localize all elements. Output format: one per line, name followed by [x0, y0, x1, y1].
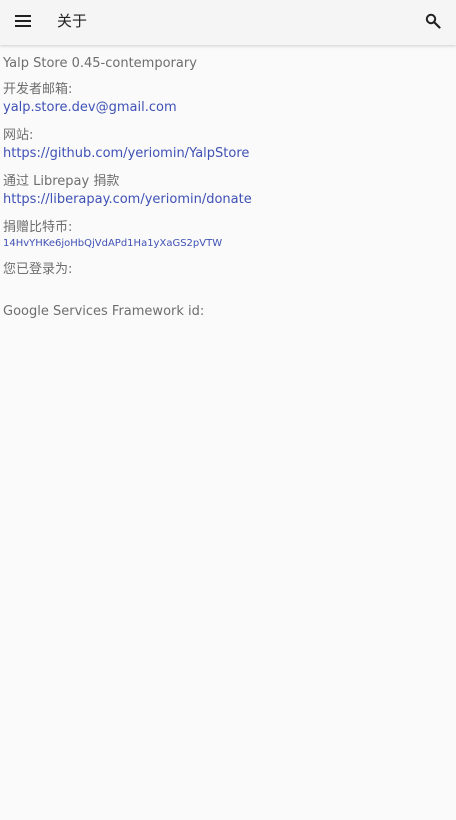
- website-label: 网站:: [3, 128, 34, 143]
- developer-email-label: 开发者邮箱:: [3, 82, 73, 97]
- app-version: Yalp Store 0.45-contemporary: [3, 56, 197, 71]
- librepay-label: 通过 Librepay 捐款: [3, 174, 120, 189]
- librepay-link[interactable]: https://liberapay.com/yeriomin/donate: [3, 191, 453, 209]
- page-title: 关于: [57, 12, 88, 30]
- search-icon: [425, 13, 441, 29]
- gsf-id-label: Google Services Framework id:: [3, 304, 205, 319]
- app-bar: 关于: [0, 0, 456, 45]
- bitcoin-address-link[interactable]: 14HvYHKe6joHbQjVdAPd1Ha1yXaGS2pVTW: [3, 237, 453, 251]
- logged-in-label: 您已登录为:: [3, 262, 73, 277]
- menu-button[interactable]: [12, 10, 34, 32]
- menu-icon: [15, 15, 31, 27]
- developer-email-link[interactable]: yalp.store.dev@gmail.com: [3, 99, 453, 117]
- about-content: Yalp Store 0.45-contemporary 开发者邮箱: yalp…: [3, 55, 453, 321]
- bitcoin-label: 捐赠比特币:: [3, 220, 73, 235]
- search-button[interactable]: [422, 10, 444, 32]
- website-link[interactable]: https://github.com/yeriomin/YalpStore: [3, 145, 453, 163]
